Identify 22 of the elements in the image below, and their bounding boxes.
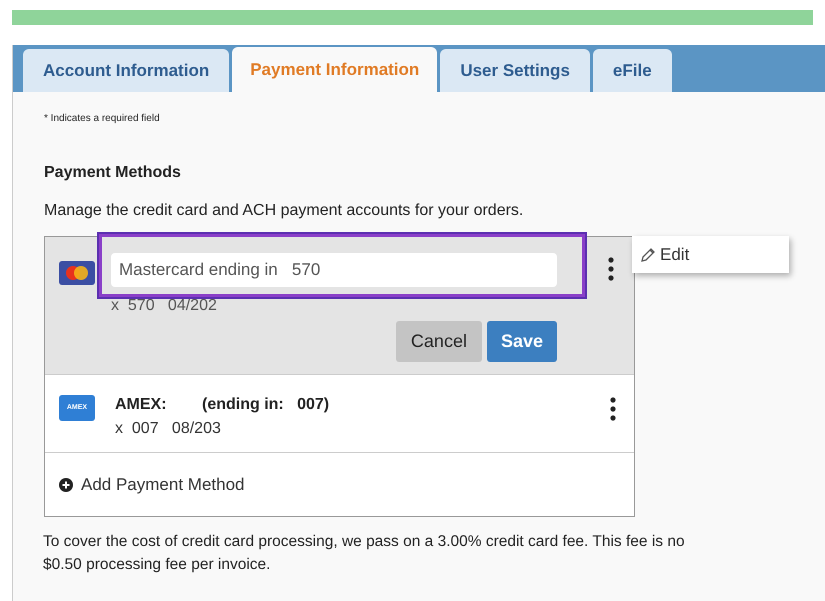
more-options-icon[interactable] [610, 396, 616, 422]
card-detail: x 007 08/203 [115, 420, 221, 437]
tab[interactable]: User Settings [440, 49, 590, 92]
fee-note: To cover the cost of credit card processing, we pass on a 3.00% credit card fee. This fee is no [43, 532, 686, 552]
section-description: Manage the credit card and ACH payment accounts for your orders. [44, 201, 524, 221]
tab[interactable]: Account Information [23, 49, 230, 92]
card-name-field[interactable]: Mastercard ending in 570 [111, 253, 557, 287]
card-ending: (ending in: 007) [202, 395, 330, 415]
required-note: * Indicates a required field [44, 112, 161, 126]
cancel-button[interactable]: Cancel [396, 321, 482, 362]
add-payment-method-button[interactable]: Add Payment Method [45, 453, 244, 516]
plus-circle-icon [59, 478, 73, 492]
pencil-icon [640, 246, 656, 262]
save-button[interactable]: Save [486, 321, 557, 362]
tab[interactable]: eFile [592, 49, 672, 92]
edit-menu-item[interactable]: Edit [640, 242, 690, 268]
more-options-icon[interactable] [608, 256, 614, 282]
section-title: Payment Methods [44, 163, 182, 183]
card-detail: x 570 04/202 [111, 297, 217, 315]
card-name: AMEX: [115, 395, 168, 415]
tab[interactable]: Payment Information [232, 47, 438, 92]
fee-note: $0.50 processing fee per invoice. [43, 555, 272, 575]
